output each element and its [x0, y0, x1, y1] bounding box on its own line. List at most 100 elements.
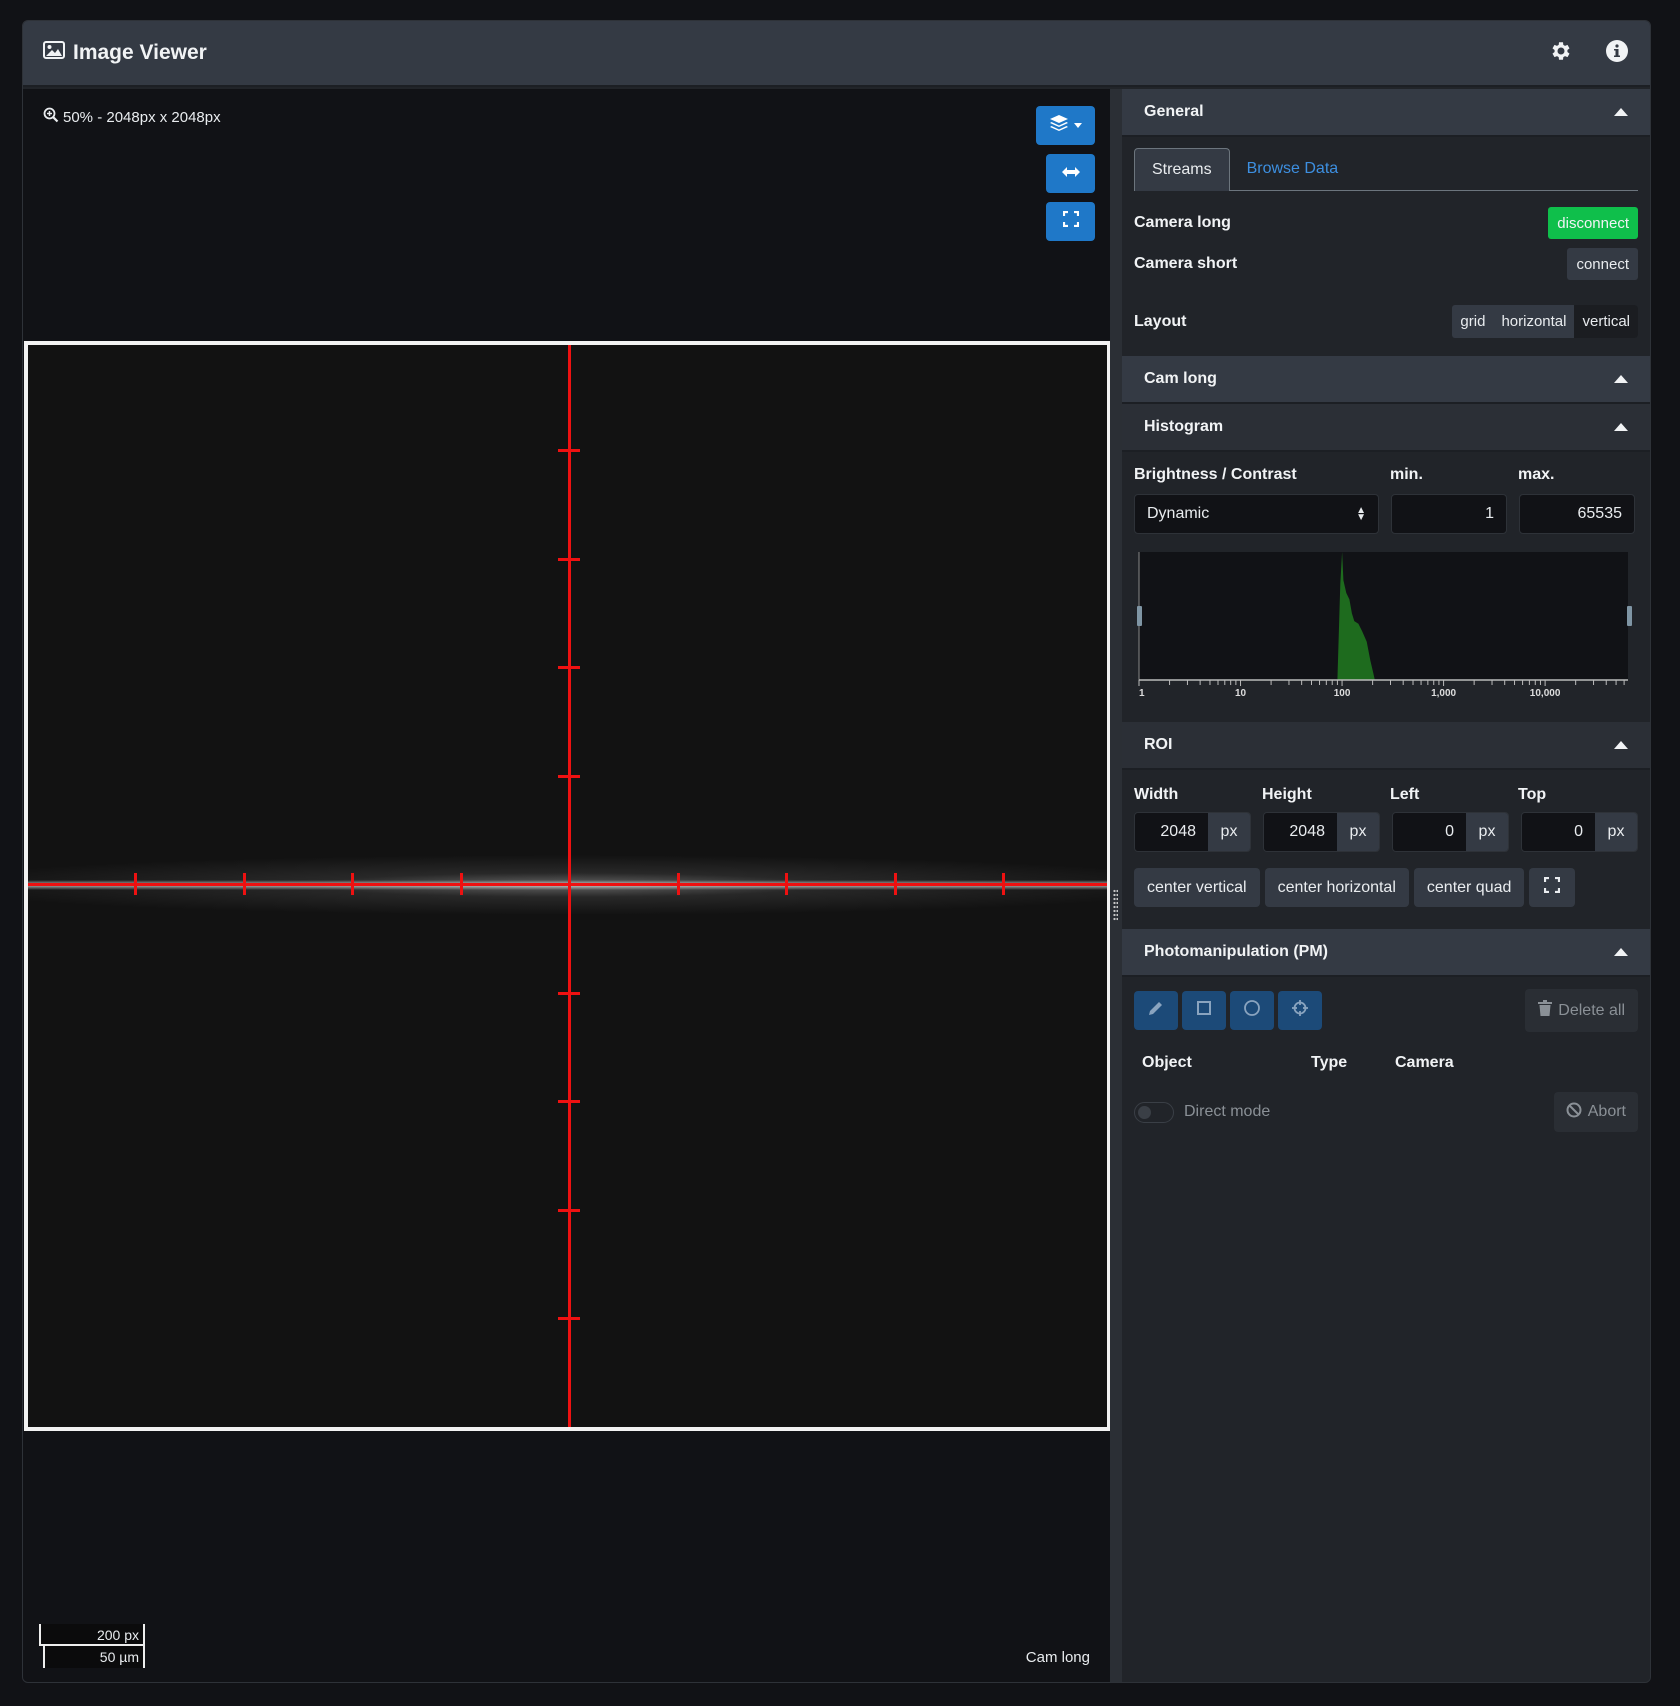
histogram-tick-label: 100: [1334, 688, 1351, 699]
min-label: min.: [1390, 466, 1423, 483]
tab-streams[interactable]: Streams: [1134, 148, 1230, 191]
section-title: Histogram: [1144, 418, 1224, 435]
drag-handle-icon: [1113, 889, 1118, 921]
app-header: Image Viewer: [23, 21, 1650, 87]
section-roi-body: Width Height Left Top 2048 px 2048 px 0 …: [1122, 770, 1650, 921]
histogram-min-handle: [1137, 606, 1142, 626]
crosshair-tick: [1002, 873, 1005, 895]
crosshair-tick: [558, 774, 580, 778]
delete-all-label: Delete all: [1558, 1001, 1625, 1019]
brightness-contrast-label: Brightness / Contrast: [1134, 466, 1297, 483]
info-button[interactable]: [1604, 39, 1630, 68]
center-vertical-button[interactable]: center vertical: [1134, 868, 1260, 907]
swap-horizontal-button[interactable]: [1046, 154, 1095, 193]
histogram-chart[interactable]: 1 10 100 1,000 10,000: [1134, 550, 1638, 708]
crosshair-tick: [351, 873, 354, 895]
roi-height-unit: px: [1337, 813, 1379, 851]
tab-browse-data[interactable]: Browse Data: [1230, 148, 1356, 190]
image-canvas: [28, 345, 1107, 1427]
roi-labels: Width Height Left Top: [1134, 786, 1638, 804]
crosshair-tick: [893, 873, 897, 895]
center-horizontal-button[interactable]: center horizontal: [1264, 868, 1409, 907]
crosshair-tick: [558, 991, 580, 995]
direct-mode-row: Direct mode Abort: [1134, 1092, 1638, 1132]
section-title: General: [1144, 103, 1204, 120]
scale-bar: 200 px 50 µm: [39, 1624, 145, 1668]
layout-label: Layout: [1134, 312, 1187, 330]
layout-grid-button[interactable]: grid: [1452, 305, 1493, 338]
section-pm-header[interactable]: Photomanipulation (PM): [1122, 929, 1650, 977]
pm-point-button[interactable]: [1278, 991, 1322, 1030]
roi-width-input-group: 2048 px: [1134, 812, 1251, 852]
info-icon: [1605, 39, 1629, 68]
abort-button[interactable]: Abort: [1553, 1092, 1638, 1132]
section-cam-long-header[interactable]: Cam long: [1122, 356, 1650, 404]
roi-left-input[interactable]: 0: [1393, 813, 1466, 851]
layout-horizontal-button[interactable]: horizontal: [1493, 305, 1574, 338]
center-quad-button[interactable]: center quad: [1413, 868, 1525, 907]
chevron-down-icon: [1074, 123, 1082, 128]
zoom-in-icon: [43, 107, 59, 127]
roi-left-input-group: 0 px: [1392, 812, 1509, 852]
pm-draw-button[interactable]: [1134, 991, 1178, 1030]
trash-icon: [1538, 1000, 1553, 1021]
camera-row: Camera short connect: [1134, 248, 1638, 280]
brightness-mode-select[interactable]: Dynamic ▲ ▼: [1134, 494, 1379, 534]
layout-vertical-button[interactable]: vertical: [1574, 305, 1638, 338]
select-arrows-icon: ▲ ▼: [1356, 505, 1366, 523]
roi-top-label: Top: [1518, 786, 1547, 803]
roi-top-input-group: 0 px: [1521, 812, 1638, 852]
fullscreen-button[interactable]: [1046, 202, 1095, 241]
section-title: ROI: [1144, 736, 1173, 753]
column-camera: Camera: [1395, 1054, 1454, 1071]
histogram-max-handle: [1627, 606, 1632, 626]
crosshair-tick: [134, 873, 137, 895]
pm-table-header: Object Type Camera: [1134, 1054, 1638, 1072]
section-histogram-body: Brightness / Contrast min. max. Dynamic …: [1122, 452, 1650, 722]
crosshair-tick: [676, 873, 680, 895]
image-viewport[interactable]: 50% - 2048px x 2048px 200 px 50 µm Cam l…: [23, 89, 1111, 1682]
caret-up-icon: [1614, 375, 1628, 383]
disconnect-camera-long-button[interactable]: disconnect: [1548, 207, 1638, 239]
section-histogram-header[interactable]: Histogram: [1122, 404, 1650, 452]
crosshair-vertical: [568, 345, 571, 1427]
section-roi-header[interactable]: ROI: [1122, 722, 1650, 770]
pencil-icon: [1147, 999, 1165, 1022]
section-general-header[interactable]: General: [1122, 89, 1650, 137]
panel-splitter[interactable]: [1110, 89, 1122, 1682]
roi-top-unit: px: [1595, 813, 1637, 851]
app-title-text: Image Viewer: [73, 41, 207, 64]
roi-width-input[interactable]: 2048: [1135, 813, 1208, 851]
layers-icon: [1049, 114, 1069, 137]
scale-bar-micrometers: 50 µm: [43, 1646, 145, 1668]
histogram-tick-label: 10: [1235, 688, 1247, 699]
section-general-body: Streams Browse Data Camera long disconne…: [1122, 137, 1650, 352]
direct-mode-label: Direct mode: [1184, 1103, 1271, 1120]
crosshair-icon: [1291, 999, 1309, 1022]
crosshair-tick: [785, 873, 788, 895]
settings-button[interactable]: [1548, 40, 1574, 66]
app-title: Image Viewer: [43, 41, 207, 65]
histogram-max-input[interactable]: 65535: [1519, 494, 1635, 534]
delete-all-button[interactable]: Delete all: [1525, 989, 1638, 1032]
crosshair-tick: [242, 873, 246, 895]
connect-camera-short-button[interactable]: connect: [1567, 248, 1638, 280]
arrows-horizontal-icon: [1061, 165, 1081, 183]
layers-dropdown-button[interactable]: [1036, 106, 1095, 145]
pm-circle-button[interactable]: [1230, 991, 1274, 1030]
control-sidebar: General Streams Browse Data Camera long …: [1122, 89, 1650, 1682]
crosshair-tick: [558, 557, 580, 561]
roi-top-input[interactable]: 0: [1522, 813, 1595, 851]
histogram-min-input[interactable]: 1: [1391, 494, 1507, 534]
roi-full-frame-button[interactable]: [1529, 868, 1576, 907]
histogram-controls: Dynamic ▲ ▼ 1 65535: [1134, 494, 1638, 534]
direct-mode-toggle[interactable]: [1134, 1101, 1174, 1123]
pm-toolbar: Delete all: [1134, 989, 1638, 1032]
camera-image[interactable]: [24, 341, 1111, 1431]
roi-height-input[interactable]: 2048: [1264, 813, 1337, 851]
camera-row: Camera long disconnect: [1134, 207, 1638, 239]
scale-bar-pixels: 200 px: [39, 1624, 145, 1646]
pm-rectangle-button[interactable]: [1182, 991, 1226, 1030]
roi-actions: center vertical center horizontal center…: [1134, 868, 1638, 907]
circle-icon: [1243, 999, 1261, 1022]
